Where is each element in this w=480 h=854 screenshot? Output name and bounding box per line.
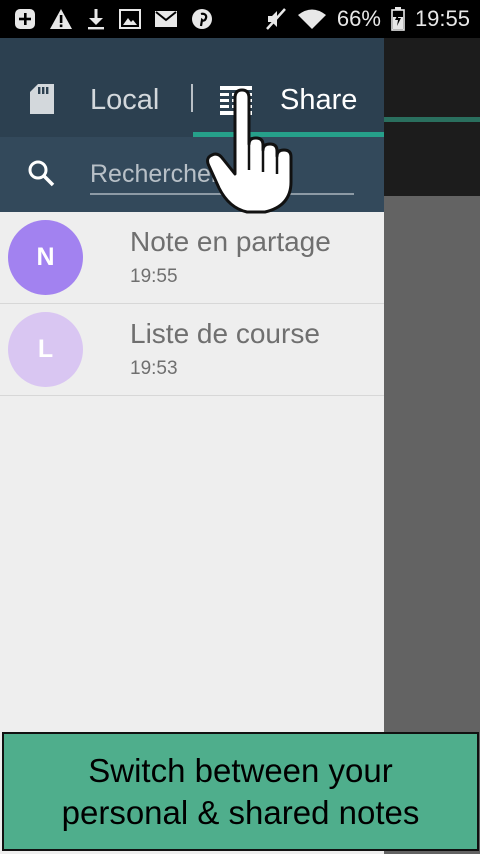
shared-list-icon	[220, 86, 252, 115]
download-icon	[88, 9, 104, 30]
note-list: N Note en partage 19:55 L Liste de cours…	[0, 212, 384, 396]
tab-share-label: Share	[280, 84, 358, 116]
clock: 19:55	[414, 6, 470, 31]
status-bar: 66% 19:55	[0, 0, 480, 38]
search-bar	[0, 137, 384, 212]
tab-bar: Local Share	[0, 38, 384, 137]
mail-icon	[155, 11, 177, 27]
caption-line-2: personal & shared notes	[61, 793, 420, 831]
battery-icon	[391, 7, 405, 31]
background-tab-indicator	[384, 117, 480, 122]
battery-percent: 66%	[336, 6, 381, 31]
note-time: 19:53	[130, 358, 178, 379]
list-item[interactable]: L Liste de course 19:53	[0, 304, 384, 396]
avatar: N	[8, 220, 83, 295]
caption-line-1: Switch between your	[88, 751, 393, 789]
pinterest-icon	[192, 9, 212, 29]
tab-share[interactable]: Share	[192, 38, 384, 137]
avatar: L	[8, 312, 83, 387]
search-input[interactable]	[90, 155, 354, 195]
list-item[interactable]: N Note en partage 19:55	[0, 212, 384, 304]
wifi-icon	[297, 9, 326, 29]
caption-banner: Switch between your personal & shared no…	[2, 732, 479, 851]
note-time: 19:55	[130, 266, 178, 287]
sd-card-icon	[30, 84, 54, 114]
add-box-icon	[15, 9, 35, 29]
system-icons: 66% 19:55	[265, 6, 470, 32]
avatar-initial: N	[36, 243, 55, 271]
note-title: Note en partage	[130, 226, 331, 257]
drawer-header: Local Share	[0, 38, 384, 212]
tab-local-label: Local	[90, 84, 160, 116]
image-icon	[119, 9, 141, 29]
search-icon[interactable]	[27, 159, 55, 187]
note-title: Liste de course	[130, 318, 320, 349]
tab-local[interactable]: Local	[0, 38, 192, 137]
volume-muted-icon	[265, 8, 286, 30]
notification-icons	[14, 6, 213, 32]
avatar-initial: L	[37, 335, 54, 363]
warning-icon	[50, 9, 72, 29]
